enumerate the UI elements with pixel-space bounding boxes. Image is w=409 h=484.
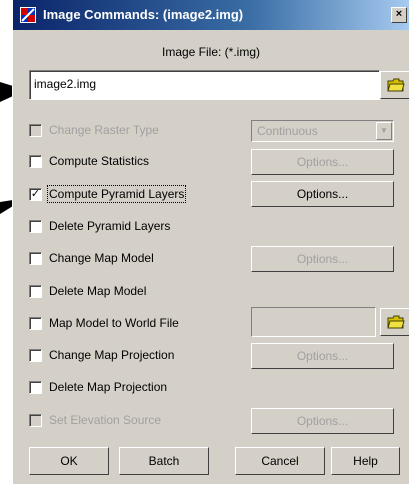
- compute-statistics-options-button[interactable]: Options...: [251, 149, 394, 175]
- world-file-input[interactable]: [251, 307, 376, 337]
- image-file-input[interactable]: image2.img: [29, 70, 380, 100]
- chevron-down-icon[interactable]: ▼: [376, 122, 392, 140]
- folder-icon: [387, 78, 405, 92]
- delete-projection-label[interactable]: Delete Map Projection: [49, 380, 167, 394]
- change-map-model-checkbox[interactable]: [29, 252, 42, 265]
- raster-type-select[interactable]: Continuous ▼: [251, 120, 394, 142]
- compute-pyramid-label[interactable]: Compute Pyramid Layers: [46, 185, 187, 203]
- set-elevation-label: Set Elevation Source: [49, 413, 162, 427]
- change-raster-type-checkbox[interactable]: [29, 124, 42, 137]
- change-projection-checkbox[interactable]: [29, 349, 42, 362]
- change-projection-options-button[interactable]: Options...: [251, 343, 394, 369]
- cancel-button[interactable]: Cancel: [235, 447, 325, 475]
- map-model-world-checkbox[interactable]: [29, 317, 42, 330]
- set-elevation-checkbox[interactable]: [29, 414, 42, 427]
- compute-pyramid-options-button[interactable]: Options...: [251, 181, 394, 207]
- compute-statistics-label[interactable]: Compute Statistics: [49, 154, 149, 168]
- set-elevation-options-button[interactable]: Options...: [251, 408, 394, 434]
- change-map-model-options-button[interactable]: Options...: [251, 246, 394, 272]
- window-title: Image Commands: (image2.img): [43, 7, 244, 22]
- change-projection-label[interactable]: Change Map Projection: [49, 348, 174, 362]
- close-button[interactable]: ×: [391, 7, 407, 23]
- raster-type-value: Continuous: [257, 124, 318, 138]
- change-map-model-label[interactable]: Change Map Model: [49, 251, 154, 265]
- delete-pyramid-label[interactable]: Delete Pyramid Layers: [49, 219, 170, 233]
- image-commands-dialog: Image Commands: (image2.img) × Image Fil…: [12, 0, 409, 484]
- help-button[interactable]: Help: [331, 447, 400, 475]
- folder-icon: [387, 315, 405, 329]
- delete-projection-checkbox[interactable]: [29, 381, 42, 394]
- change-raster-type-label: Change Raster Type: [49, 123, 159, 137]
- browse-world-file-button[interactable]: [380, 308, 409, 336]
- image-file-label: Image File: (*.img): [161, 45, 261, 59]
- compute-statistics-checkbox[interactable]: [29, 155, 42, 168]
- delete-map-model-label[interactable]: Delete Map Model: [49, 284, 146, 298]
- title-bar[interactable]: Image Commands: (image2.img) ×: [13, 0, 409, 30]
- compute-pyramid-checkbox[interactable]: ✓: [29, 188, 42, 201]
- browse-file-button[interactable]: [380, 71, 409, 99]
- ok-button[interactable]: OK: [29, 447, 109, 475]
- app-icon: [20, 7, 36, 23]
- delete-pyramid-checkbox[interactable]: [29, 220, 42, 233]
- delete-map-model-checkbox[interactable]: [29, 285, 42, 298]
- map-model-world-label[interactable]: Map Model to World File: [49, 316, 179, 330]
- batch-button[interactable]: Batch: [119, 447, 209, 475]
